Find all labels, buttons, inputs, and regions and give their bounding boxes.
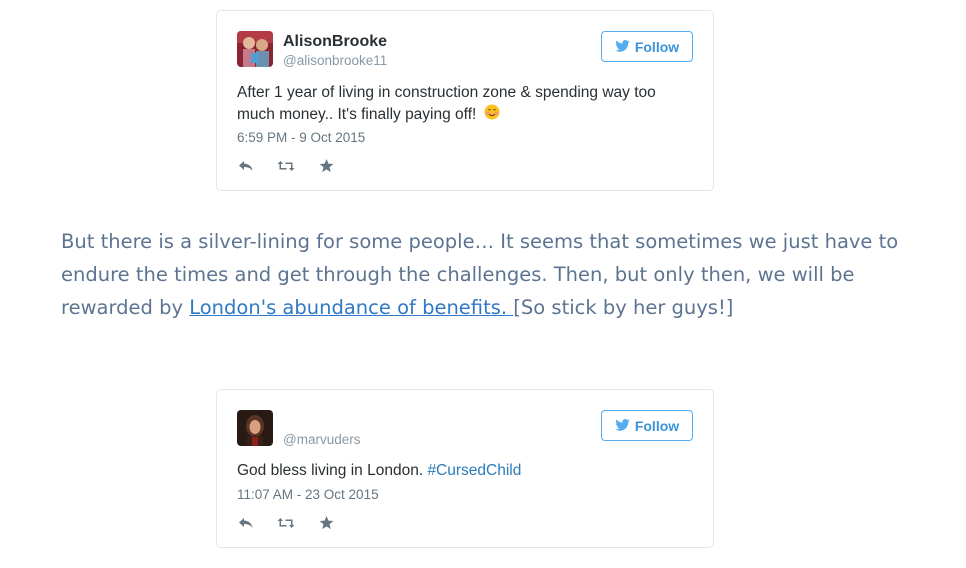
display-name[interactable]: AlisonBrooke bbox=[283, 33, 387, 51]
twitter-bird-icon bbox=[615, 418, 630, 434]
retweet-icon[interactable] bbox=[277, 515, 295, 531]
smiling-emoji-icon bbox=[484, 104, 500, 127]
retweet-icon[interactable] bbox=[277, 158, 295, 174]
user-handle[interactable]: @marvuders bbox=[283, 432, 360, 447]
twitter-bird-icon bbox=[615, 39, 630, 55]
tweet-timestamp[interactable]: 6:59 PM - 9 Oct 2015 bbox=[237, 130, 365, 145]
embedded-tweet: AlisonBrooke @alisonbrooke11 Follow Afte… bbox=[216, 10, 714, 191]
tweet-text: After 1 year of living in construction z… bbox=[237, 82, 687, 127]
tweet-text: God bless living in London. #CursedChild bbox=[237, 460, 687, 482]
embedded-tweet: @marvuders Follow God bless living in Lo… bbox=[216, 389, 714, 548]
follow-label: Follow bbox=[634, 38, 680, 55]
reply-icon[interactable] bbox=[237, 515, 255, 531]
follow-label: Follow bbox=[634, 417, 680, 434]
avatar[interactable] bbox=[237, 31, 273, 67]
favorite-icon[interactable] bbox=[317, 515, 335, 531]
tweet-body: God bless living in London. bbox=[237, 462, 424, 479]
follow-button[interactable]: Follow bbox=[601, 410, 693, 441]
reply-icon[interactable] bbox=[237, 158, 255, 174]
article-paragraph: But there is a silver-lining for some pe… bbox=[61, 225, 901, 324]
article-text-end: [So stick by her guys!] bbox=[513, 296, 734, 319]
avatar[interactable] bbox=[237, 410, 273, 446]
hashtag-link[interactable]: #CursedChild bbox=[427, 462, 521, 479]
tweet-actions bbox=[237, 158, 335, 174]
tweet-timestamp[interactable]: 11:07 AM - 23 Oct 2015 bbox=[237, 487, 379, 502]
favorite-icon[interactable] bbox=[317, 158, 335, 174]
tweet-actions bbox=[237, 515, 335, 531]
user-handle[interactable]: @alisonbrooke11 bbox=[283, 53, 387, 68]
follow-button[interactable]: Follow bbox=[601, 31, 693, 62]
benefits-link[interactable]: London's abundance of benefits. bbox=[189, 296, 513, 319]
tweet-body: After 1 year of living in construction z… bbox=[237, 84, 656, 123]
